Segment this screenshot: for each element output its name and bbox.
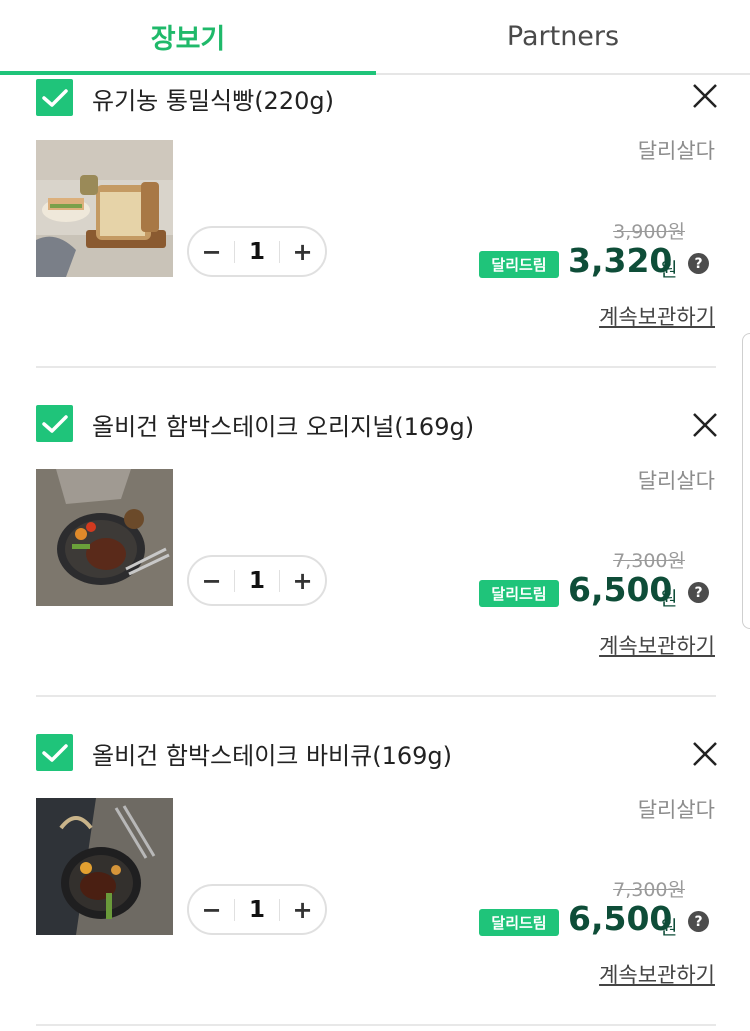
product-image-bread[interactable] — [36, 140, 173, 277]
discount-badge: 달리드림 — [479, 580, 559, 607]
remove-item-button[interactable] — [688, 408, 722, 442]
item-checkbox[interactable] — [36, 734, 73, 771]
sale-price: 3,320 — [568, 241, 673, 280]
increase-button[interactable]: + — [280, 228, 325, 275]
decrease-button[interactable]: − — [189, 557, 234, 604]
quantity-value: 1 — [234, 240, 280, 263]
remove-item-button[interactable] — [688, 79, 722, 113]
item-name: 올비건 함박스테이크 오리지널(169g) — [92, 413, 475, 441]
keep-storing-link[interactable]: 계속보관하기 — [599, 630, 715, 660]
price-currency: 원 — [660, 588, 678, 610]
keep-storing-link[interactable]: 계속보관하기 — [599, 301, 715, 331]
cart-item: 올비건 함박스테이크 오리지널(169g) − 1 + 달리살다 7,300원 … — [0, 405, 750, 735]
item-name: 올비건 함박스테이크 바비큐(169g) — [92, 742, 452, 770]
quantity-value: 1 — [234, 898, 280, 921]
item-divider — [36, 366, 716, 368]
help-icon[interactable]: ? — [688, 582, 709, 603]
checkmark-icon — [41, 743, 68, 762]
discount-badge: 달리드림 — [479, 251, 559, 278]
item-checkbox[interactable] — [36, 405, 73, 442]
price-currency: 원 — [660, 917, 678, 939]
remove-item-button[interactable] — [688, 737, 722, 771]
seller-name: 달리살다 — [637, 798, 715, 822]
cart-item: 올비건 함박스테이크 바비큐(169g) − 1 + 달리살다 7,300원 달… — [0, 734, 750, 1031]
seller-name: 달리살다 — [637, 139, 715, 163]
item-checkbox[interactable] — [36, 79, 73, 116]
item-divider — [36, 695, 716, 697]
keep-storing-link[interactable]: 계속보관하기 — [599, 959, 715, 989]
increase-button[interactable]: + — [280, 886, 325, 933]
checkmark-icon — [41, 88, 68, 107]
close-icon — [693, 84, 717, 108]
scrollbar[interactable] — [742, 333, 750, 629]
original-price: 7,300원 — [613, 879, 685, 901]
decrease-button[interactable]: − — [189, 228, 234, 275]
sale-price: 6,500 — [568, 570, 673, 609]
item-divider — [36, 1024, 716, 1026]
product-image-steak-bbq[interactable] — [36, 798, 173, 935]
quantity-value: 1 — [234, 569, 280, 592]
seller-name: 달리살다 — [637, 469, 715, 493]
discount-badge: 달리드림 — [479, 909, 559, 936]
quantity-stepper[interactable]: − 1 + — [187, 555, 327, 606]
increase-button[interactable]: + — [280, 557, 325, 604]
quantity-stepper[interactable]: − 1 + — [187, 226, 327, 277]
decrease-button[interactable]: − — [189, 886, 234, 933]
close-icon — [693, 742, 717, 766]
sale-price: 6,500 — [568, 899, 673, 938]
top-tabs: 장보기 Partners — [0, 0, 750, 75]
tab-shopping[interactable]: 장보기 — [0, 0, 376, 73]
help-icon[interactable]: ? — [688, 911, 709, 932]
cart-item: 유기농 통밀식빵(220g) − 1 + 달리살다 3,900원 달리드림 3,… — [0, 75, 750, 405]
checkmark-icon — [41, 414, 68, 433]
close-icon — [693, 413, 717, 437]
product-image-steak-original[interactable] — [36, 469, 173, 606]
tab-partners[interactable]: Partners — [376, 0, 750, 73]
price-currency: 원 — [660, 259, 678, 281]
original-price: 7,300원 — [613, 550, 685, 572]
item-name: 유기농 통밀식빵(220g) — [92, 87, 334, 115]
original-price: 3,900원 — [613, 221, 685, 243]
help-icon[interactable]: ? — [688, 253, 709, 274]
quantity-stepper[interactable]: − 1 + — [187, 884, 327, 935]
